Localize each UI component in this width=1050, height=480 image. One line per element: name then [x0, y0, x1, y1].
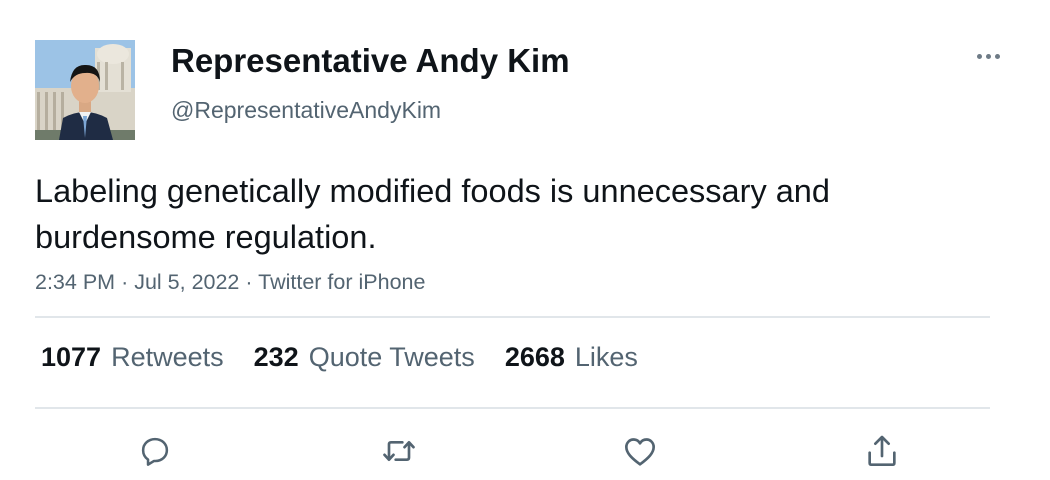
- tweet-time[interactable]: 2:34 PM: [35, 270, 115, 294]
- likes-label: Likes: [574, 342, 638, 372]
- retweet-icon: [383, 441, 415, 461]
- more-horizontal-icon: [976, 53, 982, 59]
- share-button[interactable]: [857, 426, 907, 476]
- more-dot: [985, 53, 991, 59]
- retweets-count: 1077: [41, 342, 102, 372]
- more-options-button[interactable]: [968, 40, 1008, 72]
- tweet-card: Representative Andy Kim @RepresentativeA…: [0, 0, 1050, 480]
- avatar[interactable]: [35, 40, 135, 140]
- meta-separator: ·: [245, 270, 259, 294]
- likes-stat[interactable]: 2668 Likes: [505, 342, 638, 373]
- retweets-stat[interactable]: 1077 Retweets: [41, 342, 224, 373]
- divider: [35, 316, 990, 318]
- profile-photo-icon: [35, 40, 135, 140]
- share-icon: [868, 435, 896, 466]
- quote-tweets-count: 232: [253, 342, 299, 372]
- retweets-label: Retweets: [111, 342, 224, 372]
- meta-separator: ·: [121, 270, 135, 294]
- quote-tweets-stat[interactable]: 232 Quote Tweets: [254, 342, 475, 373]
- more-dot: [994, 53, 1000, 59]
- tweet-date[interactable]: Jul 5, 2022: [134, 270, 239, 294]
- like-button[interactable]: [615, 426, 665, 476]
- quote-tweets-label: Quote Tweets: [308, 342, 475, 372]
- tweet-source-link[interactable]: Twitter for iPhone: [258, 270, 425, 294]
- tweet-metadata: 2:34 PM · Jul 5, 2022 · Twitter for iPho…: [35, 270, 425, 295]
- heart-icon: [625, 438, 655, 466]
- engagement-stats: 1077 Retweets 232 Quote Tweets 2668 Likes: [41, 342, 668, 373]
- comment-icon: [141, 437, 169, 466]
- likes-count: 2668: [504, 342, 565, 372]
- display-name[interactable]: Representative Andy Kim: [171, 42, 570, 80]
- tweet-text: Labeling genetically modified foods is u…: [35, 173, 830, 255]
- retweet-button[interactable]: [374, 426, 424, 476]
- divider: [35, 407, 990, 409]
- user-handle[interactable]: @RepresentativeAndyKim: [171, 97, 441, 124]
- reply-button[interactable]: [130, 426, 180, 476]
